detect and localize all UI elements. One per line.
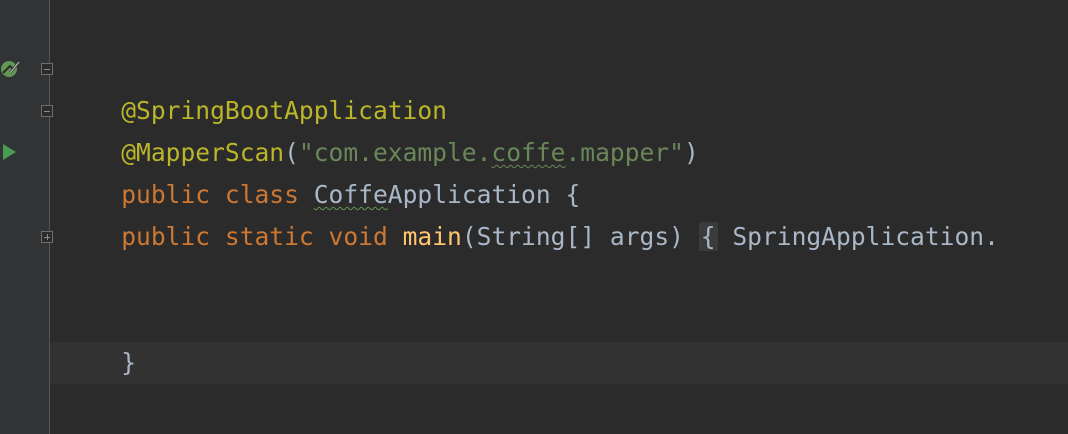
code-line-3: public class CoffeApplication { <box>62 132 580 209</box>
code-line-2: @MapperScan("com.example.coffe.mapper") <box>62 90 699 167</box>
keyword: public <box>121 180 211 209</box>
method-body: SpringApplication. <box>732 222 999 251</box>
typo-highlight: Coffe <box>313 180 388 209</box>
brace: { <box>565 180 581 209</box>
keyword: void <box>328 222 388 251</box>
paren: ) <box>683 138 699 167</box>
spring-bean-icon[interactable] <box>0 57 22 79</box>
keyword: class <box>224 180 299 209</box>
run-icon[interactable] <box>3 144 16 160</box>
brace: } <box>121 348 137 377</box>
class-name: Application <box>387 180 551 209</box>
method-name: main <box>402 222 462 251</box>
params: (String[] args) <box>461 222 684 251</box>
keyword: public <box>121 222 211 251</box>
folded-code-block[interactable]: { <box>698 222 718 251</box>
code-line-5: } <box>62 300 136 377</box>
code-editor[interactable]: @SpringBootApplication @MapperScan("com.… <box>50 0 1068 434</box>
string-literal: .mapper" <box>565 138 684 167</box>
keyword: static <box>224 222 314 251</box>
code-line-4: public static void main(String[] args) {… <box>62 216 999 258</box>
code-line-1: @SpringBootApplication <box>62 48 447 125</box>
